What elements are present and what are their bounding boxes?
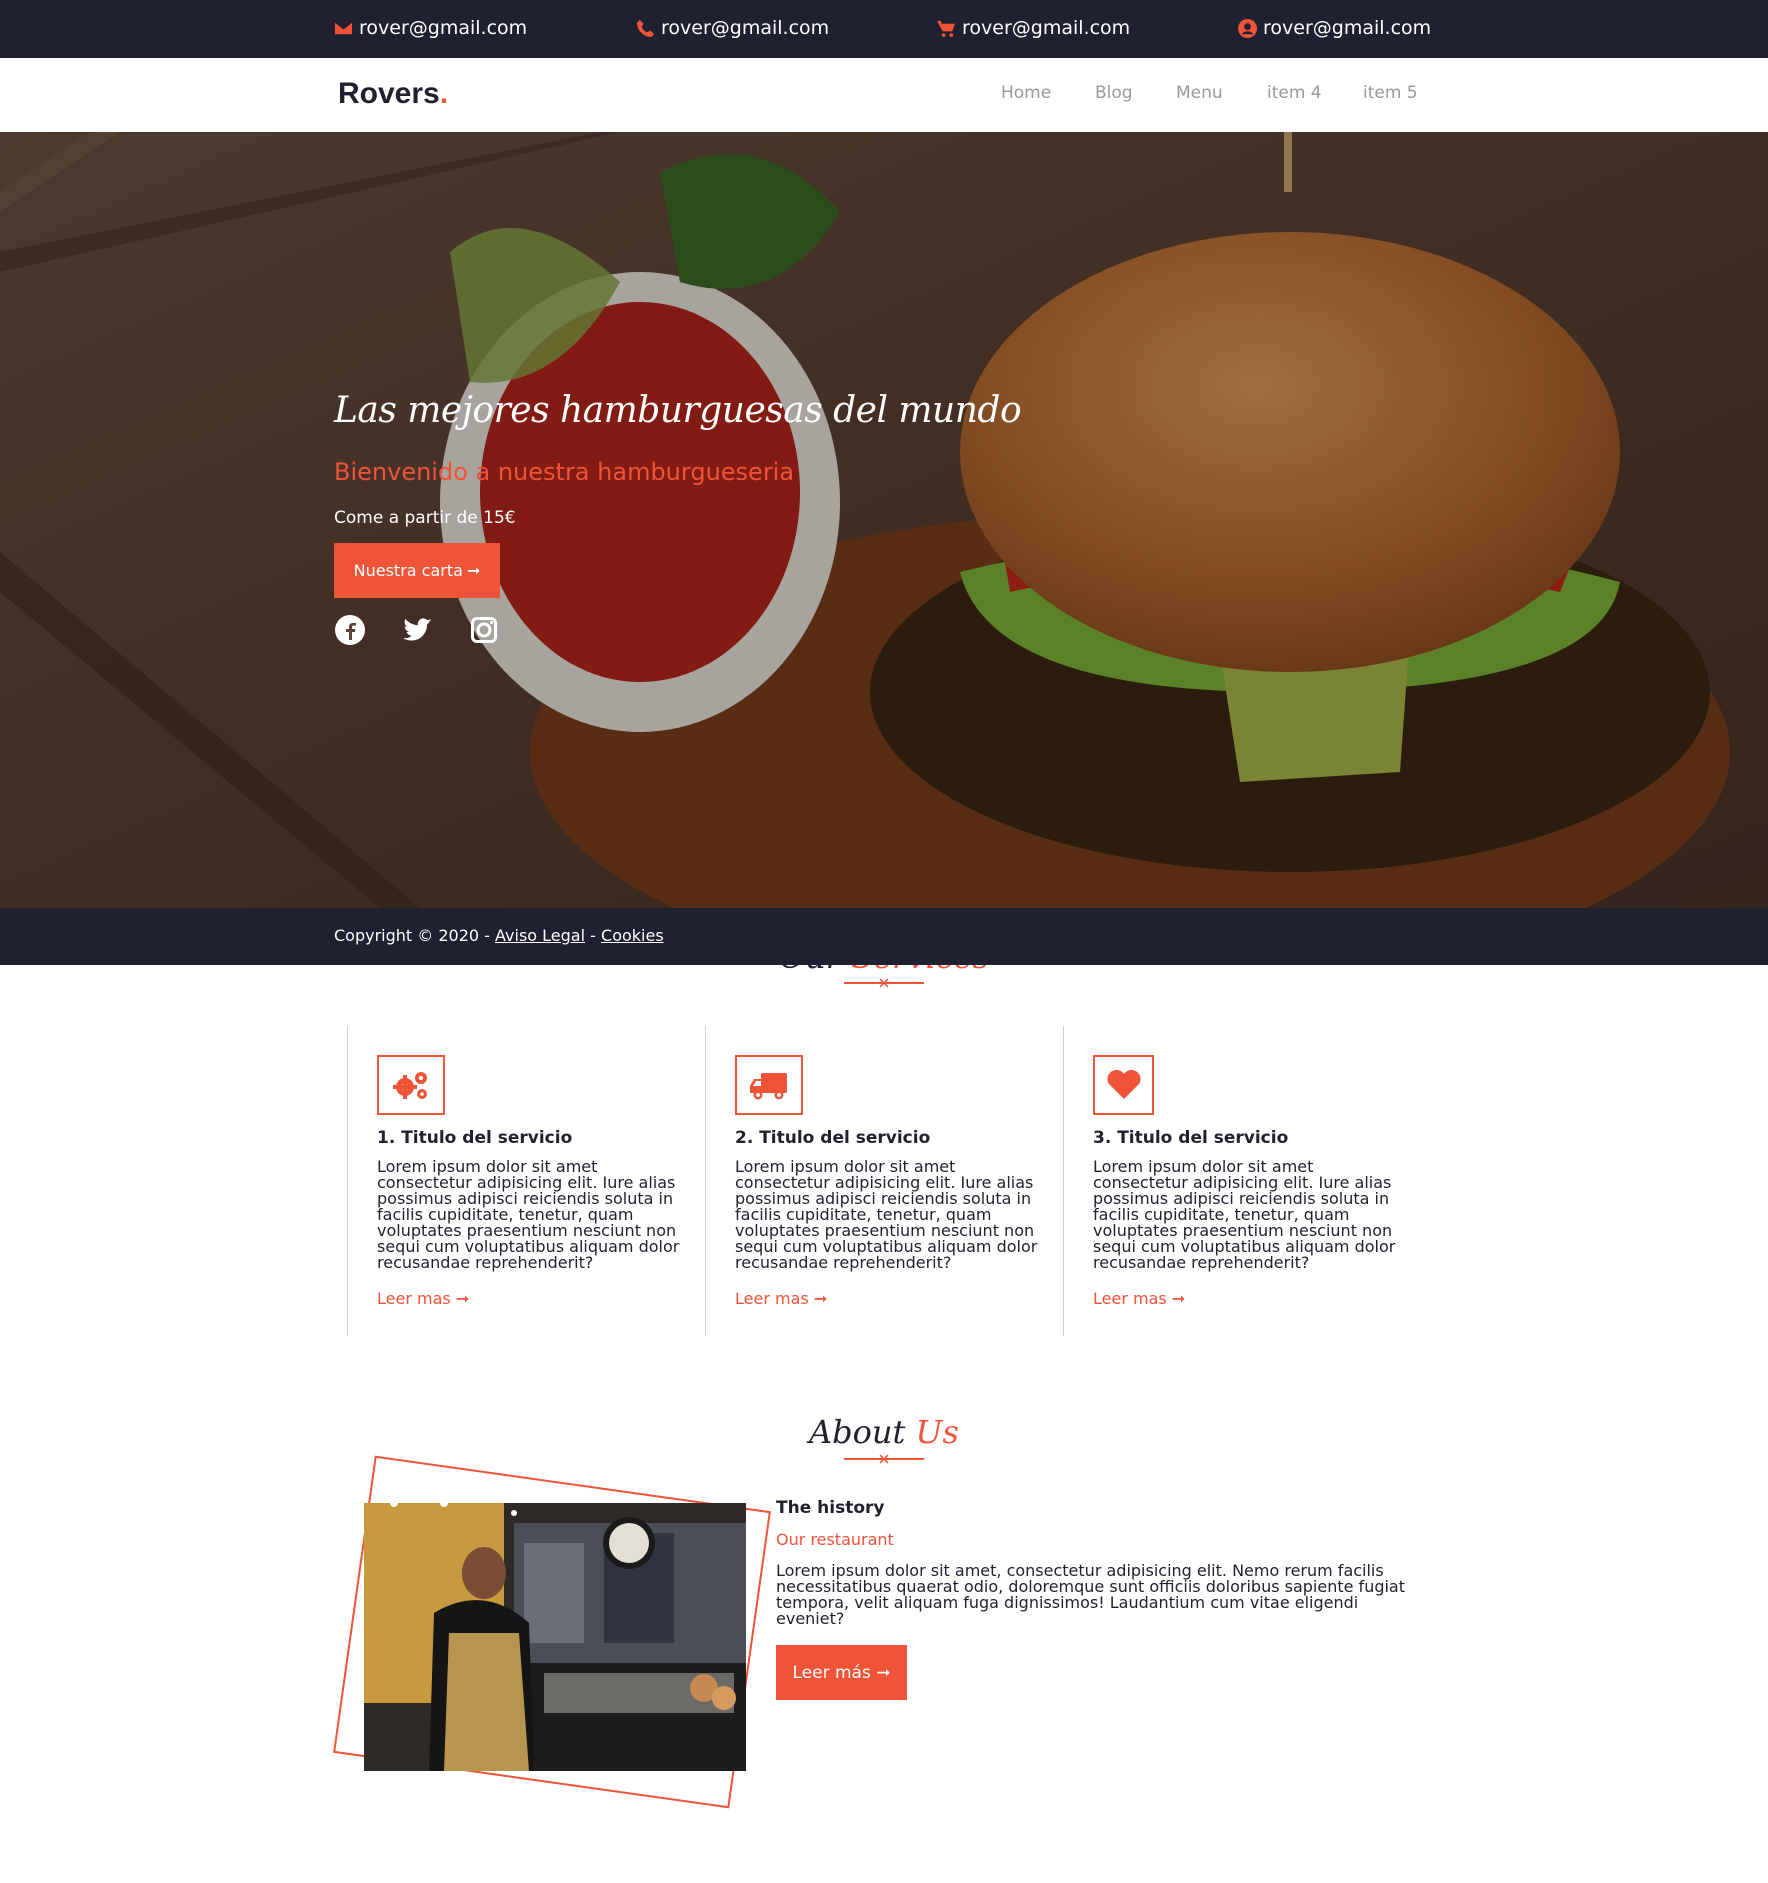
- service-text: Lorem ipsum dolor sit amet consectetur a…: [735, 1157, 1038, 1272]
- about-divider: [844, 1454, 924, 1464]
- twitter-icon: [403, 618, 432, 641]
- about-title: About Us: [0, 1413, 1768, 1451]
- instagram-icon: [471, 617, 497, 643]
- arrow-right-icon: ➞: [455, 1289, 470, 1308]
- instagram-link[interactable]: [468, 614, 500, 646]
- facebook-link[interactable]: [334, 614, 366, 646]
- facebook-icon: [335, 615, 365, 645]
- nav-item-blog[interactable]: Blog: [1095, 83, 1133, 103]
- menu-button-label: Nuestra carta: [353, 561, 463, 580]
- about-title-accent: Us: [915, 1413, 959, 1451]
- about-heading: The history: [776, 1498, 885, 1518]
- contact-user[interactable]: rover@gmail.com: [1238, 17, 1431, 39]
- about-button-label: Leer más: [792, 1662, 871, 1683]
- service-read-more-link[interactable]: Leer mas ➞: [377, 1289, 469, 1308]
- service-text: Lorem ipsum dolor sit amet consectetur a…: [377, 1157, 680, 1272]
- about-paragraph: Lorem ipsum dolor sit amet, consectetur …: [776, 1561, 1406, 1628]
- copyright-line-overlay: Copyright © 2020 - Aviso Legal - Cookies: [334, 926, 664, 945]
- about-title-main: About: [809, 1413, 906, 1451]
- user-circle-icon: [1238, 18, 1257, 38]
- service-title: 3. Titulo del servicio: [1093, 1128, 1289, 1148]
- contact-phone[interactable]: rover@gmail.com: [636, 17, 829, 39]
- contact-cart[interactable]: rover@gmail.com: [937, 17, 1130, 39]
- contact-email-text: rover@gmail.com: [359, 17, 528, 39]
- read-more-label: Leer mas: [735, 1289, 809, 1308]
- service-icon-box: [377, 1055, 445, 1115]
- services-divider: [844, 978, 924, 988]
- about-read-more-button[interactable]: Leer más ➞: [776, 1645, 907, 1700]
- arrow-right-icon: ➞: [1171, 1289, 1186, 1308]
- contact-email[interactable]: rover@gmail.com: [334, 17, 527, 39]
- hero-burger-image: [0, 132, 1768, 908]
- phone-icon: [636, 19, 655, 37]
- menu-button[interactable]: Nuestra carta ➞: [334, 543, 500, 598]
- service-icon-box: [1093, 1055, 1154, 1115]
- footer-overlay: Copyright © 2020 - Aviso Legal - Cookies: [0, 908, 1768, 965]
- main-navbar: Rovers. Home Blog Menu item 4 item 5: [0, 58, 1768, 132]
- cookies-link-overlay[interactable]: Cookies: [601, 926, 664, 945]
- service-text: Lorem ipsum dolor sit amet consectetur a…: [1093, 1157, 1396, 1272]
- service-icon-box: [735, 1055, 803, 1115]
- about-subheading: Our restaurant: [776, 1530, 894, 1549]
- service-read-more-link[interactable]: Leer mas ➞: [1093, 1289, 1185, 1308]
- contact-phone-text: rover@gmail.com: [661, 17, 830, 39]
- envelope-icon: [334, 22, 353, 34]
- nav-item-5[interactable]: item 5: [1363, 83, 1418, 103]
- heart-icon: [1106, 1069, 1141, 1099]
- copyright-text-overlay: Copyright © 2020 -: [334, 926, 490, 945]
- about-photo: [364, 1503, 746, 1771]
- cart-icon: [937, 20, 956, 37]
- brand-logo[interactable]: Rovers.: [338, 77, 448, 111]
- hero-price-text: Come a partir de 15€: [334, 508, 516, 528]
- gears-icon: [393, 1072, 427, 1099]
- footer-separator-overlay: -: [590, 926, 596, 945]
- nav-item-home[interactable]: Home: [1001, 83, 1051, 103]
- arrow-right-icon: ➞: [813, 1289, 828, 1308]
- service-card-1: 1. Titulo del servicio Lorem ipsum dolor…: [347, 1026, 705, 1336]
- contact-cart-text: rover@gmail.com: [962, 17, 1131, 39]
- nav-item-4[interactable]: item 4: [1267, 83, 1322, 103]
- arrow-right-icon: ➞: [466, 561, 481, 580]
- hero-title: Las mejores hamburguesas del mundo: [334, 390, 1022, 431]
- service-read-more-link[interactable]: Leer mas ➞: [735, 1289, 827, 1308]
- legal-link-overlay[interactable]: Aviso Legal: [495, 926, 585, 945]
- hero-subtitle: Bienvenido a nuestra hamburgueseria: [334, 458, 795, 486]
- read-more-label: Leer mas: [377, 1289, 451, 1308]
- top-contact-bar: rover@gmail.com rover@gmail.com rover@gm…: [0, 0, 1768, 58]
- arrow-right-icon: ➞: [876, 1662, 891, 1683]
- service-card-2: 2. Titulo del servicio Lorem ipsum dolor…: [705, 1026, 1063, 1336]
- hero-section: Las mejores hamburguesas del mundo Bienv…: [0, 132, 1768, 908]
- truck-icon: [750, 1073, 787, 1100]
- contact-user-text: rover@gmail.com: [1263, 17, 1432, 39]
- brand-name: Rovers: [338, 77, 440, 110]
- brand-dot: .: [439, 77, 449, 110]
- read-more-label: Leer mas: [1093, 1289, 1167, 1308]
- twitter-link[interactable]: [401, 614, 433, 646]
- chef-photo: [364, 1503, 746, 1771]
- service-title: 2. Titulo del servicio: [735, 1128, 931, 1148]
- service-card-3: 3. Titulo del servicio Lorem ipsum dolor…: [1063, 1026, 1421, 1336]
- nav-item-menu[interactable]: Menu: [1176, 83, 1223, 103]
- service-title: 1. Titulo del servicio: [377, 1128, 573, 1148]
